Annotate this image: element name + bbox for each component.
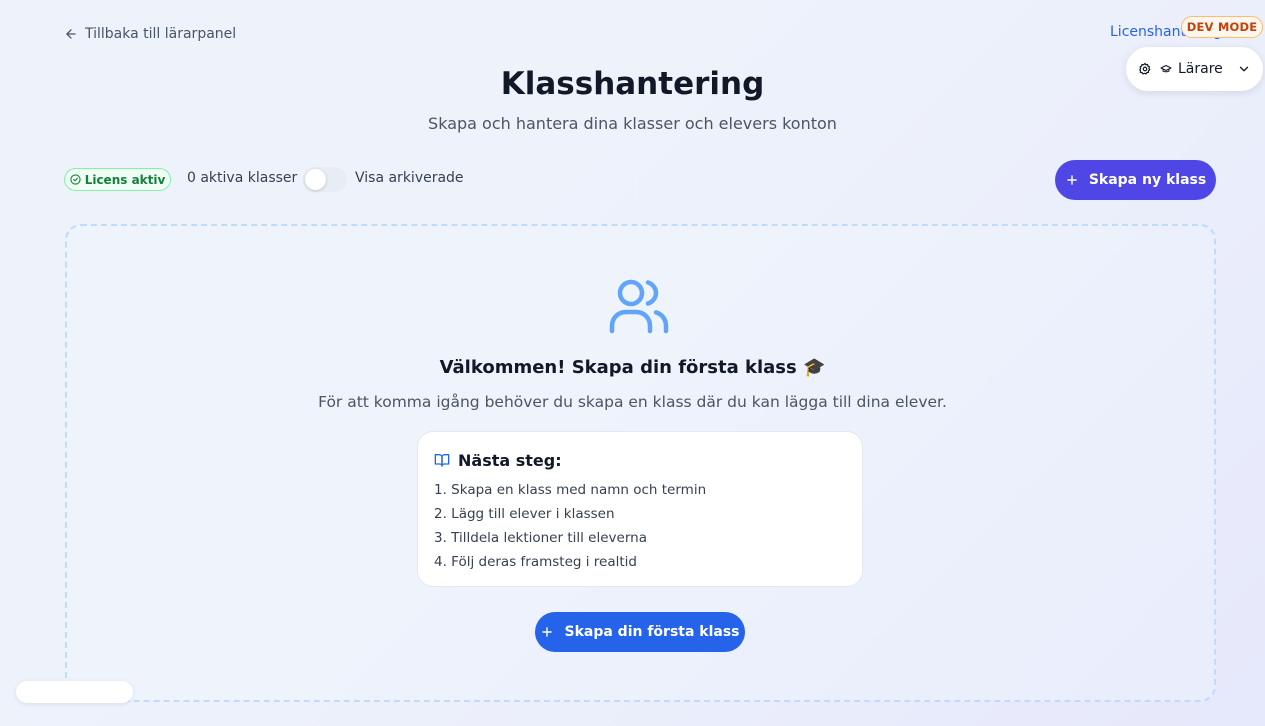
next-steps-list: 1. Skapa en klass med namn och termin 2.… xyxy=(434,480,846,576)
next-steps-title: Nästa steg: xyxy=(458,450,562,470)
back-link-label: Tillbaka till lärarpanel xyxy=(85,26,237,42)
floating-widget-pill[interactable] xyxy=(16,681,133,703)
show-archived-toggle[interactable] xyxy=(303,167,347,192)
next-steps-heading: Nästa steg: xyxy=(434,450,846,470)
arrow-left-icon xyxy=(66,29,76,39)
license-status-label: Licens aktiv xyxy=(84,172,166,187)
toggle-knob xyxy=(305,169,326,190)
check-circle-icon xyxy=(70,174,81,185)
next-steps-card: Nästa steg: 1. Skapa en klass med namn o… xyxy=(417,431,863,587)
open-book-icon xyxy=(434,454,450,467)
back-to-teacher-panel-link[interactable]: Tillbaka till lärarpanel xyxy=(64,24,236,44)
active-classes-count: 0 aktiva klasser xyxy=(187,170,298,186)
create-new-class-label: Skapa ny klass xyxy=(1088,172,1207,188)
plus-icon xyxy=(1067,175,1077,185)
dev-mode-badge: DEV MODE xyxy=(1181,16,1263,38)
step-item: 4. Följ deras framsteg i realtid xyxy=(434,554,637,570)
page-subtitle: Skapa och hantera dina klasser och eleve… xyxy=(428,114,837,133)
step-item: 3. Tilldela lektioner till eleverna xyxy=(434,530,647,546)
show-archived-label: Visa arkiverade xyxy=(355,170,464,186)
page-title: Klasshantering xyxy=(500,66,765,102)
plus-icon xyxy=(542,627,553,637)
step-item: 1. Skapa en klass med namn och termin xyxy=(434,482,707,498)
step-item: 2. Lägg till elever i klassen xyxy=(434,506,615,522)
welcome-description: För att komma igång behöver du skapa en … xyxy=(318,393,947,411)
create-new-class-button[interactable]: Skapa ny klass xyxy=(1055,160,1216,200)
license-status-badge: Licens aktiv xyxy=(64,168,171,191)
welcome-title: Välkommen! Skapa din första klass 🎓 xyxy=(439,357,826,378)
create-first-class-label: Skapa din första klass xyxy=(564,624,740,640)
create-first-class-button[interactable]: Skapa din första klass xyxy=(535,612,745,652)
users-icon xyxy=(609,279,669,334)
